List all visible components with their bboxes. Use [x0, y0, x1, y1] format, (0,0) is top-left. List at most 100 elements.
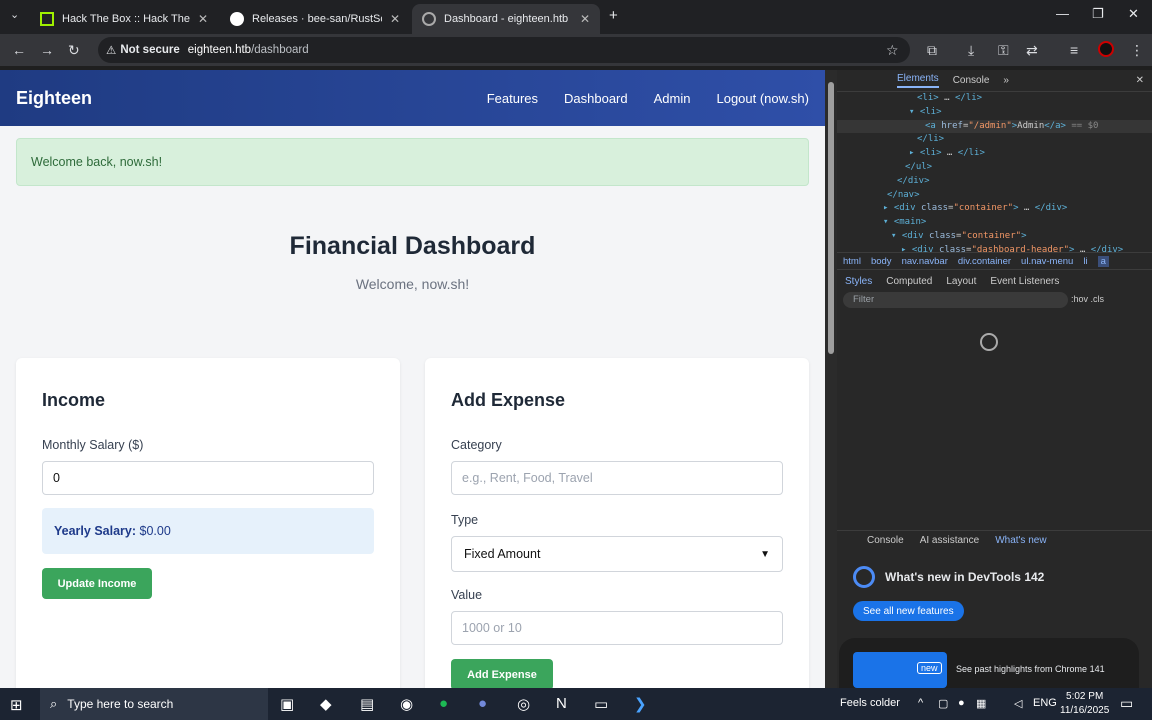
dom-node-selected[interactable]: <a href="/admin">Admin</a> == $0 — [837, 119, 1152, 134]
windows-start-icon[interactable]: ⊞ — [10, 696, 23, 714]
window-close-icon[interactable]: ✕ — [1128, 6, 1139, 22]
tab-console[interactable]: Console — [953, 75, 990, 86]
language-indicator[interactable]: ENG — [1033, 697, 1057, 709]
copilot-icon[interactable]: ◆ — [320, 695, 332, 713]
crumb-nav[interactable]: nav.navbar — [902, 256, 948, 267]
hackthebox-icon — [40, 12, 54, 26]
network-icon[interactable]: ▦ — [976, 697, 986, 710]
income-heading: Income — [42, 390, 106, 410]
crumb-html[interactable]: html — [843, 256, 861, 267]
nav-features[interactable]: Features — [487, 91, 538, 106]
styles-filter-input[interactable]: Filter — [843, 292, 1068, 308]
tray-chevron-icon[interactable]: ^ — [918, 697, 923, 709]
tab-styles[interactable]: Styles — [845, 276, 872, 287]
security-label[interactable]: Not secure — [120, 44, 179, 56]
volume-icon[interactable]: ◁ — [1014, 697, 1022, 710]
category-input[interactable]: e.g., Rent, Food, Travel — [451, 461, 783, 495]
crumb-container[interactable]: div.container — [958, 256, 1011, 267]
chrome-icon[interactable]: ◉ — [400, 695, 413, 713]
weather-widget[interactable]: Feels colder — [840, 697, 900, 709]
close-icon[interactable]: ✕ — [580, 12, 590, 26]
extensions-icon[interactable]: ⧉ — [927, 42, 937, 59]
menu-icon[interactable]: ⋮ — [1130, 42, 1144, 59]
download-icon[interactable]: ⤓ — [968, 42, 974, 59]
hov-cls-toggles[interactable]: :hov .cls — [1071, 294, 1104, 304]
scrollbar-thumb[interactable] — [828, 82, 834, 354]
minimize-icon[interactable]: — — [1056, 6, 1069, 21]
drawer-tab-console[interactable]: Console — [867, 535, 904, 546]
powershell-icon[interactable]: ❯ — [634, 695, 647, 713]
reload-icon[interactable]: ↻ — [68, 42, 80, 59]
tab-rustscan[interactable]: Releases · bee-san/RustScan ✕ — [220, 4, 410, 34]
tray-app-icon[interactable]: ▢ — [938, 697, 948, 710]
dom-tree: <li> … </li> ▾ <li> <a href="/admin">Adm… — [837, 92, 1152, 255]
yearly-salary-value: $0.00 — [139, 524, 171, 538]
tab-hackthebox[interactable]: Hack The Box :: Hack The Box ✕ — [30, 4, 218, 34]
obs-icon[interactable]: ◎ — [517, 695, 530, 713]
whats-new-header: What's new in DevTools 142 — [853, 566, 1044, 588]
dom-node[interactable]: ▸ <div class="container"> … </div> — [857, 202, 1152, 216]
crumb-body[interactable]: body — [871, 256, 892, 267]
yearly-salary-label: Yearly Salary: — [54, 524, 137, 538]
crumb-nav-menu[interactable]: ul.nav-menu — [1021, 256, 1073, 267]
close-icon[interactable]: ✕ — [198, 12, 208, 26]
dom-node[interactable]: ▾ <li> — [857, 106, 1152, 120]
task-view-icon[interactable]: ▣ — [280, 695, 294, 713]
brand-logo[interactable]: Eighteen — [16, 88, 92, 109]
terminal-icon[interactable]: ▭ — [594, 695, 608, 713]
notifications-icon[interactable]: ▭ — [1120, 695, 1133, 712]
spotify-icon[interactable]: ● — [439, 695, 448, 712]
dom-node[interactable]: ▾ <main> — [857, 216, 1152, 230]
close-icon[interactable]: ✕ — [390, 12, 400, 26]
notion-icon[interactable]: N — [556, 695, 567, 712]
type-select[interactable]: Fixed Amount ▼ — [451, 536, 783, 572]
nav-admin[interactable]: Admin — [654, 91, 691, 106]
tab-search-icon[interactable]: ⌄ — [10, 8, 19, 21]
taskbar-search[interactable]: ⌕ Type here to search — [40, 688, 268, 720]
bookmark-star-icon[interactable]: ☆ — [886, 42, 899, 59]
crumb-a[interactable]: a — [1097, 255, 1109, 267]
page-scrollbar[interactable] — [825, 70, 837, 688]
dom-node[interactable]: <li> … </li> — [857, 92, 1152, 106]
dom-node[interactable]: </nav> — [857, 189, 1152, 203]
url-text[interactable]: eighteen.htb/dashboard — [188, 44, 309, 56]
add-expense-button[interactable]: Add Expense — [451, 659, 553, 688]
microphone-icon[interactable]: ● — [958, 697, 965, 709]
tab-event-listeners[interactable]: Event Listeners — [990, 276, 1059, 287]
nav-logout[interactable]: Logout (now.sh) — [716, 91, 809, 106]
devtools-close-icon[interactable]: ✕ — [1136, 75, 1144, 86]
address-bar[interactable]: ⚠ Not secure eighteen.htb/dashboard — [98, 37, 910, 63]
tab-groups-icon[interactable]: ≡ — [1070, 42, 1078, 58]
tab-computed[interactable]: Computed — [886, 276, 932, 287]
nav-dashboard[interactable]: Dashboard — [564, 91, 628, 106]
dom-node[interactable]: ▾ <div class="container"> — [857, 230, 1152, 244]
see-all-features-button[interactable]: See all new features — [853, 601, 964, 621]
key-icon[interactable]: ⚿ — [998, 42, 1009, 59]
dom-node[interactable]: ▸ <li> … </li> — [857, 147, 1152, 161]
highlights-card[interactable]: new See past highlights from Chrome 141 — [839, 638, 1139, 688]
github-icon — [230, 12, 244, 26]
tab-layout[interactable]: Layout — [946, 276, 976, 287]
tab-dashboard[interactable]: Dashboard - eighteen.htb ✕ — [412, 4, 600, 34]
crumb-li[interactable]: li — [1083, 256, 1087, 267]
file-explorer-icon[interactable]: ▤ — [360, 695, 374, 713]
dom-node[interactable]: </li> — [857, 133, 1152, 147]
update-income-button[interactable]: Update Income — [42, 568, 152, 599]
discord-icon[interactable]: ● — [478, 695, 487, 712]
restore-icon[interactable]: ❐ — [1092, 6, 1104, 22]
drawer-tab-whats-new[interactable]: What's new — [995, 535, 1046, 546]
salary-input[interactable]: 0 — [42, 461, 374, 495]
forward-icon[interactable]: → — [40, 42, 54, 58]
more-tabs-icon[interactable]: » — [1003, 75, 1009, 86]
dom-node[interactable]: </ul> — [857, 161, 1152, 175]
drawer-tab-ai-assistance[interactable]: AI assistance — [920, 535, 979, 546]
system-clock[interactable]: 5:02 PM 11/16/2025 — [1060, 690, 1109, 718]
page-viewport: Eighteen Features Dashboard Admin Logout… — [0, 70, 825, 688]
new-tab-button[interactable]: + — [609, 7, 618, 24]
translate-icon[interactable]: ⇄ — [1026, 42, 1038, 59]
dom-node[interactable]: </div> — [857, 175, 1152, 189]
tab-elements[interactable]: Elements — [897, 73, 939, 88]
back-icon[interactable]: ← — [12, 42, 26, 58]
profile-avatar[interactable] — [1098, 41, 1114, 57]
value-input[interactable]: 1000 or 10 — [451, 611, 783, 645]
